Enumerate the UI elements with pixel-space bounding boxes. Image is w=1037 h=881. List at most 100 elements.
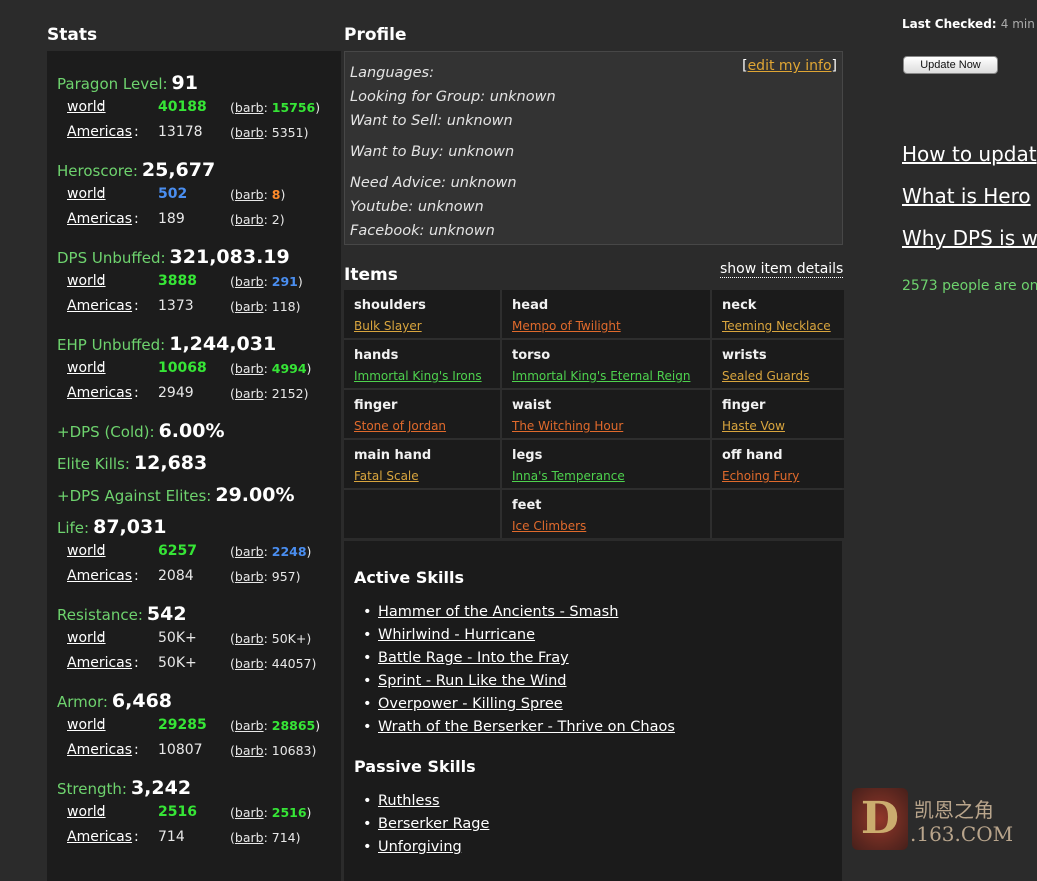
barb-rank: (barb: 2) <box>230 212 285 227</box>
show-item-details-link[interactable]: show item details <box>720 261 844 278</box>
barb-link[interactable]: barb <box>235 569 264 584</box>
item-slot-cell: finger Haste Vow <box>712 390 844 438</box>
barb-link[interactable]: barb <box>235 100 264 115</box>
item-slot-cell: waist The Witching Hour <box>502 390 710 438</box>
item-slot-label: main hand <box>354 448 432 463</box>
stat-paragon: Paragon Level: 91 world: 40188 (barb: 157… <box>57 72 337 144</box>
stat-label: Strength: <box>57 780 127 798</box>
barb-link[interactable]: barb <box>235 544 264 559</box>
stats-panel: Paragon Level: 91 world: 40188 (barb: 157… <box>47 51 341 881</box>
passive-skills-list: Ruthless Berserker Rage Unforgiving <box>363 793 489 862</box>
barb-rank: (barb: 5351) <box>230 125 309 140</box>
region-rank-value: 13178 <box>158 124 203 140</box>
watermark-cn-text: 凯恩之角 <box>914 798 994 822</box>
barb-link[interactable]: barb <box>235 631 264 646</box>
update-now-button[interactable]: Update Now <box>903 56 998 74</box>
item-name-link[interactable]: Immortal King's Eternal Reign <box>512 369 690 383</box>
item-name-link[interactable]: Inna's Temperance <box>512 469 625 483</box>
rank-row-world: world: 3888 (barb: 291) <box>67 273 303 289</box>
profile-wts: Want to Sell: unknown <box>350 113 513 129</box>
barb-link[interactable]: barb <box>235 656 264 671</box>
region-rank-link[interactable]: Americas <box>67 211 132 227</box>
skills-box: Active Skills Hammer of the Ancients - S… <box>344 541 842 881</box>
rank-row-region: Americas: 714 (barb: 714) <box>67 829 301 845</box>
skill-list-item: Wrath of the Berserker - Thrive on Chaos <box>363 719 675 742</box>
stat-value: 321,083.19 <box>169 246 290 268</box>
skill-link[interactable]: Whirlwind - Hurricane <box>378 627 535 643</box>
region-rank-link[interactable]: Americas <box>67 655 132 671</box>
barb-link[interactable]: barb <box>235 125 264 140</box>
barb-link[interactable]: barb <box>235 187 264 202</box>
world-rank-value: 6257 <box>158 543 197 559</box>
item-name-link[interactable]: Stone of Jordan <box>354 419 446 433</box>
stat-value: 25,677 <box>141 159 216 181</box>
stat-value: 91 <box>171 72 198 94</box>
skill-list-item: Battle Rage - Into the Fray <box>363 650 675 673</box>
item-name-link[interactable]: The Witching Hour <box>512 419 623 433</box>
skill-link[interactable]: Hammer of the Ancients - Smash <box>378 604 618 620</box>
stats-title: Stats <box>47 25 98 45</box>
item-slot-label: neck <box>722 298 757 313</box>
item-slot-label: finger <box>354 398 398 413</box>
item-slot-label: torso <box>512 348 551 363</box>
region-rank-link[interactable]: Americas <box>67 124 132 140</box>
rank-row-world: world: 50K+ (barb: 50K+) <box>67 630 312 646</box>
item-name-link[interactable]: Bulk Slayer <box>354 319 422 333</box>
rank-row-region: Americas: 10807 (barb: 10683) <box>67 742 317 758</box>
item-slot-cell: finger Stone of Jordan <box>344 390 500 438</box>
item-slot-label: head <box>512 298 549 313</box>
skill-link[interactable]: Berserker Rage <box>378 816 489 832</box>
item-name-link[interactable]: Immortal King's Irons <box>354 369 482 383</box>
why-dps-link[interactable]: Why DPS is w <box>902 226 1037 250</box>
barb-link[interactable]: barb <box>235 212 264 227</box>
barb-link[interactable]: barb <box>235 718 264 733</box>
region-rank-link[interactable]: Americas <box>67 298 132 314</box>
barb-rank: (barb: 44057) <box>230 656 317 671</box>
barb-link[interactable]: barb <box>235 830 264 845</box>
barb-link[interactable]: barb <box>235 386 264 401</box>
skill-link[interactable]: Ruthless <box>378 793 440 809</box>
item-slot-cell: shoulders Bulk Slayer <box>344 290 500 338</box>
barb-rank: (barb: 15756) <box>230 100 321 115</box>
world-rank-value: 40188 <box>158 99 207 115</box>
barb-rank: (barb: 2152) <box>230 386 309 401</box>
region-rank-value: 189 <box>158 211 185 227</box>
how-to-update-link[interactable]: How to updat <box>902 142 1037 166</box>
barb-rank: (barb: 50K+) <box>230 631 312 646</box>
region-rank-value: 50K+ <box>158 655 197 671</box>
item-name-link[interactable]: Haste Vow <box>722 419 785 433</box>
region-rank-link[interactable]: Americas <box>67 742 132 758</box>
item-name-link[interactable]: Sealed Guards <box>722 369 809 383</box>
skill-link[interactable]: Battle Rage - Into the Fray <box>378 650 569 666</box>
item-name-link[interactable]: Echoing Fury <box>722 469 799 483</box>
barb-link[interactable]: barb <box>235 361 264 376</box>
items-grid: shoulders Bulk Slayer head Mempo of Twiligh… <box>344 290 844 538</box>
profile-title: Profile <box>344 25 407 45</box>
skill-link[interactable]: Wrath of the Berserker - Thrive on Chaos <box>378 719 675 735</box>
item-slot-label: hands <box>354 348 399 363</box>
skill-link[interactable]: Sprint - Run Like the Wind <box>378 673 567 689</box>
barb-link[interactable]: barb <box>235 743 264 758</box>
item-name-link[interactable]: Mempo of Twilight <box>512 319 621 333</box>
item-name-link[interactable]: Teeming Necklace <box>722 319 831 333</box>
edit-info-link[interactable]: edit my info <box>748 58 832 74</box>
barb-link[interactable]: barb <box>235 805 264 820</box>
what-is-heroscore-link[interactable]: What is Hero <box>902 184 1031 208</box>
barb-link[interactable]: barb <box>235 299 264 314</box>
region-rank-link[interactable]: Americas <box>67 568 132 584</box>
region-rank-link[interactable]: Americas <box>67 385 132 401</box>
item-slot-cell: legs Inna's Temperance <box>502 440 710 488</box>
skill-list-item: Hammer of the Ancients - Smash <box>363 604 675 627</box>
skill-link[interactable]: Overpower - Killing Spree <box>378 696 563 712</box>
barb-link[interactable]: barb <box>235 274 264 289</box>
skill-link[interactable]: Unforgiving <box>378 839 462 855</box>
watermark-logo-icon: D <box>852 788 908 850</box>
world-rank-value: 502 <box>158 186 188 202</box>
item-slot-cell: main hand Fatal Scale <box>344 440 500 488</box>
item-name-link[interactable]: Ice Climbers <box>512 519 586 533</box>
region-rank-link[interactable]: Americas <box>67 829 132 845</box>
item-slot-label: legs <box>512 448 543 463</box>
stat-value: 542 <box>146 603 187 625</box>
item-slot-label: shoulders <box>354 298 426 313</box>
item-name-link[interactable]: Fatal Scale <box>354 469 419 483</box>
